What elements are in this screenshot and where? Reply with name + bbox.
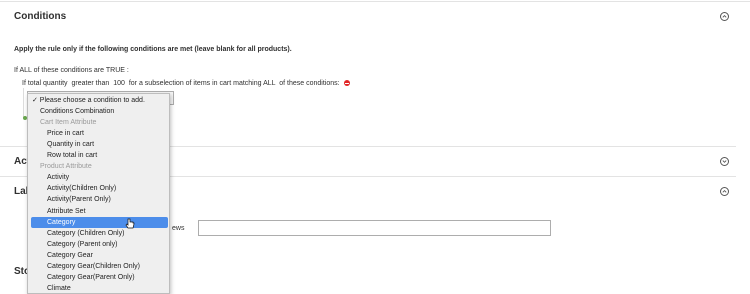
- dropdown-option[interactable]: Price in cart: [28, 128, 169, 139]
- dropdown-group-label: Product Attribute: [40, 163, 92, 171]
- rule-colon: :: [126, 67, 129, 74]
- rule-of-these: of these conditions are: [33, 67, 105, 74]
- top-divider: [0, 1, 750, 2]
- rule-aggregator-link[interactable]: ALL: [19, 67, 31, 74]
- condition-dropdown-list[interactable]: ✓ Please choose a condition to add. Condi…: [27, 93, 170, 294]
- conditions-collapse-icon[interactable]: [720, 12, 729, 21]
- dropdown-option[interactable]: ✓ Please choose a condition to add.: [28, 95, 169, 106]
- dropdown-option[interactable]: Category Gear: [28, 250, 169, 261]
- sub-rule-value-link[interactable]: 100: [113, 80, 125, 87]
- rule-if: If: [14, 67, 18, 74]
- rule-line: If ALL of these conditions are TRUE :: [14, 67, 129, 74]
- dropdown-option[interactable]: Category: [31, 216, 168, 228]
- tree-line: [23, 88, 24, 118]
- dropdown-option[interactable]: Category (Children Only): [28, 228, 169, 239]
- sub-rule-tail: of these conditions:: [279, 80, 340, 87]
- conditions-title: Conditions: [14, 11, 67, 22]
- label-field-label: ews: [172, 225, 185, 232]
- rule-value-link[interactable]: TRUE: [106, 67, 125, 74]
- label-store-view-input[interactable]: [198, 220, 551, 236]
- dropdown-option[interactable]: Attribute Set: [28, 206, 169, 217]
- dropdown-option[interactable]: Category Gear(Children Only): [28, 261, 169, 272]
- sub-rule-if: If: [22, 80, 26, 87]
- sub-rule-attribute-link[interactable]: total quantity: [28, 80, 68, 87]
- sub-rule-operator-link[interactable]: greater than: [72, 80, 110, 87]
- dropdown-option[interactable]: Category Gear(Parent Only): [28, 272, 169, 283]
- dropdown-option[interactable]: Activity(Parent Only): [28, 194, 169, 205]
- dropdown-option[interactable]: Row total in cart: [28, 150, 169, 161]
- conditions-intro: Apply the rule only if the following con…: [14, 46, 292, 53]
- dropdown-option[interactable]: Activity(Children Only): [28, 183, 169, 194]
- dropdown-option[interactable]: Climate: [28, 283, 169, 293]
- remove-condition-icon[interactable]: [343, 80, 350, 87]
- dropdown-option[interactable]: Quantity in cart: [28, 139, 169, 150]
- dropdown-option[interactable]: Conditions Combination: [28, 106, 169, 117]
- dropdown-option[interactable]: Activity: [28, 172, 169, 183]
- actions-expand-icon[interactable]: [720, 157, 729, 166]
- dropdown-option[interactable]: Category (Parent only): [28, 239, 169, 250]
- labels-collapse-icon[interactable]: [720, 187, 729, 196]
- sub-rule-line: If total quantity greater than 100 for a…: [22, 80, 350, 87]
- sub-rule-aggregator-link[interactable]: ALL: [263, 80, 275, 87]
- sub-rule-rest: for a subselection of items in cart matc…: [128, 80, 262, 87]
- dropdown-group-label: Cart Item Attribute: [40, 119, 97, 127]
- pointer-hand-icon: [125, 218, 135, 229]
